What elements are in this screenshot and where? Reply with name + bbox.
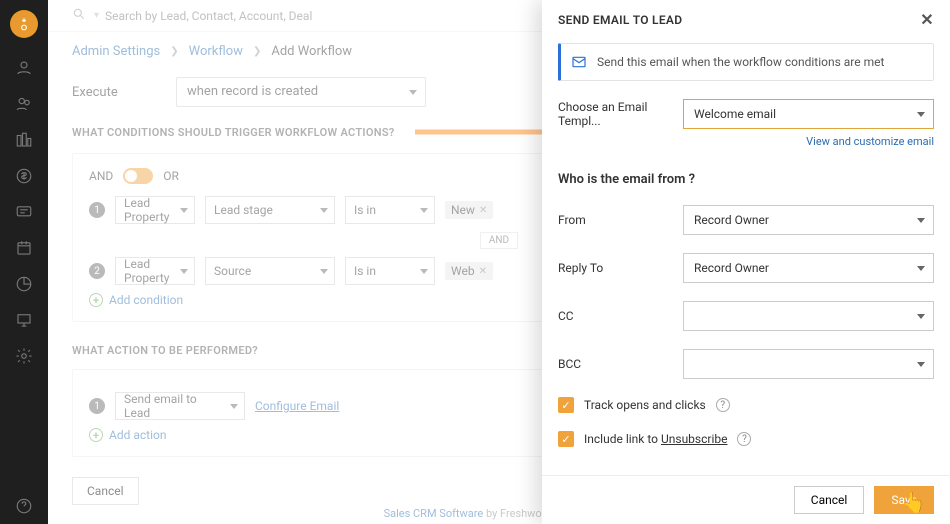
operator-select[interactable]: Is in xyxy=(345,196,435,224)
reply-to-select[interactable]: Record Owner xyxy=(683,253,934,283)
drawer-cancel-button[interactable]: Cancel xyxy=(794,486,865,514)
bcc-select[interactable] xyxy=(683,349,934,379)
and-or-toggle[interactable] xyxy=(123,168,153,184)
and-label: AND xyxy=(89,169,113,183)
track-label: Track opens and clicks xyxy=(584,398,706,412)
track-checkbox[interactable]: ✓ xyxy=(558,397,574,413)
close-icon[interactable]: ✕ xyxy=(920,10,934,29)
template-select[interactable]: Welcome email xyxy=(683,99,934,129)
info-banner: Send this email when the workflow condit… xyxy=(558,43,934,81)
row-number: 1 xyxy=(89,202,105,218)
execute-label: Execute xyxy=(72,85,176,100)
bcc-label: BCC xyxy=(558,357,683,371)
property-select[interactable]: Lead Property xyxy=(115,196,195,224)
calendar-icon[interactable] xyxy=(0,230,48,266)
app-logo[interactable] xyxy=(10,10,38,38)
global-search-input[interactable] xyxy=(105,9,405,23)
tag-remove-icon[interactable]: ✕ xyxy=(479,266,487,277)
value-tag[interactable]: Web✕ xyxy=(445,262,493,280)
from-label: From xyxy=(558,213,683,227)
breadcrumb-admin[interactable]: Admin Settings xyxy=(72,44,160,59)
send-email-drawer: SEND EMAIL TO LEAD ✕ Send this email whe… xyxy=(542,0,950,524)
row-number: 1 xyxy=(89,398,105,414)
search-icon[interactable] xyxy=(72,7,86,25)
mail-icon xyxy=(571,54,587,70)
contacts-icon[interactable] xyxy=(0,50,48,86)
cc-label: CC xyxy=(558,309,683,323)
or-label: OR xyxy=(163,169,179,183)
field-select[interactable]: Lead stage xyxy=(205,196,335,224)
unsubscribe-checkbox[interactable]: ✓ xyxy=(558,431,574,447)
reports-icon[interactable] xyxy=(0,266,48,302)
help-icon[interactable] xyxy=(0,488,48,524)
template-label: Choose an Email Templ... xyxy=(558,100,683,128)
breadcrumb-workflow[interactable]: Workflow xyxy=(189,44,243,59)
dashboard-icon[interactable] xyxy=(0,302,48,338)
chevron-right-icon: ❯ xyxy=(253,46,261,57)
reply-to-label: Reply To xyxy=(558,261,683,275)
execute-value: when record is created xyxy=(187,84,318,99)
deals-icon[interactable] xyxy=(0,122,48,158)
view-customize-link[interactable]: View and customize email xyxy=(806,135,934,148)
dollar-icon[interactable] xyxy=(0,158,48,194)
cc-select[interactable] xyxy=(683,301,934,331)
drawer-title: SEND EMAIL TO LEAD xyxy=(558,13,682,27)
operator-select[interactable]: Is in xyxy=(345,257,435,285)
breadcrumb-current: Add Workflow xyxy=(271,44,352,59)
property-select[interactable]: Lead Property xyxy=(115,257,195,285)
row-number: 2 xyxy=(89,263,105,279)
settings-icon[interactable] xyxy=(0,338,48,374)
drawer-save-button[interactable]: Save xyxy=(874,486,934,514)
left-nav-rail xyxy=(0,0,48,524)
from-select[interactable]: Record Owner xyxy=(683,205,934,235)
who-from-heading: Who is the email from ? xyxy=(558,172,934,187)
conversations-icon[interactable] xyxy=(0,194,48,230)
accounts-icon[interactable] xyxy=(0,86,48,122)
value-tag[interactable]: New✕ xyxy=(445,201,493,219)
footer-product-link[interactable]: Sales CRM Software xyxy=(384,507,484,520)
unsubscribe-label: Include link to Unsubscribe xyxy=(584,432,727,446)
plus-icon: + xyxy=(89,293,103,307)
help-icon[interactable]: ? xyxy=(716,398,730,412)
plus-icon: + xyxy=(89,428,103,442)
field-select[interactable]: Source xyxy=(205,257,335,285)
tag-remove-icon[interactable]: ✕ xyxy=(479,205,487,216)
cancel-button[interactable]: Cancel xyxy=(72,477,139,505)
chevron-right-icon: ❯ xyxy=(170,46,178,57)
help-icon[interactable]: ? xyxy=(737,432,751,446)
and-chip: AND xyxy=(480,232,518,249)
chevron-down-icon[interactable]: ▾ xyxy=(94,10,99,21)
execute-select[interactable]: when record is created xyxy=(176,77,426,107)
configure-email-link[interactable]: Configure Email xyxy=(255,399,339,413)
action-select[interactable]: Send email to Lead xyxy=(115,392,245,420)
